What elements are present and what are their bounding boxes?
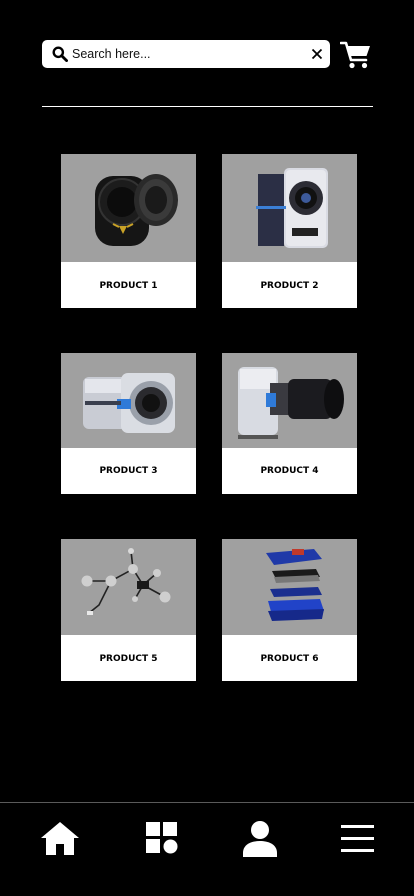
product-card[interactable]: PRODUCT 3	[61, 353, 196, 494]
product-card[interactable]: PRODUCT 6	[222, 539, 357, 681]
product-image	[61, 539, 196, 635]
search-icon	[52, 46, 68, 62]
product-label: PRODUCT 1	[99, 281, 158, 291]
search-bar[interactable]	[42, 40, 330, 68]
search-input[interactable]	[72, 43, 302, 65]
nav-profile[interactable]	[242, 820, 278, 858]
product-card[interactable]: PRODUCT 5	[61, 539, 196, 681]
product-image	[222, 154, 357, 262]
close-icon[interactable]	[310, 47, 324, 61]
home-icon	[41, 822, 79, 855]
product-image	[222, 539, 357, 635]
nav-menu[interactable]	[341, 820, 374, 858]
product-card[interactable]: PRODUCT 1	[61, 154, 196, 308]
nav-home[interactable]	[40, 820, 80, 858]
hamburger-menu-icon	[341, 825, 374, 852]
product-image	[61, 353, 196, 448]
product-image	[61, 154, 196, 262]
grid-icon	[146, 822, 178, 854]
product-label: PRODUCT 2	[260, 281, 319, 291]
product-label: PRODUCT 3	[99, 466, 158, 476]
product-image	[222, 353, 357, 448]
product-label: PRODUCT 5	[99, 654, 158, 664]
header-divider	[42, 106, 373, 107]
product-label: PRODUCT 6	[260, 654, 319, 664]
nav-categories[interactable]	[145, 820, 179, 858]
product-card[interactable]: PRODUCT 4	[222, 353, 357, 494]
shopping-cart-icon[interactable]	[340, 40, 372, 70]
bottom-nav-divider	[0, 802, 414, 803]
product-label: PRODUCT 4	[260, 466, 319, 476]
user-icon	[243, 821, 277, 857]
product-card[interactable]: PRODUCT 2	[222, 154, 357, 308]
